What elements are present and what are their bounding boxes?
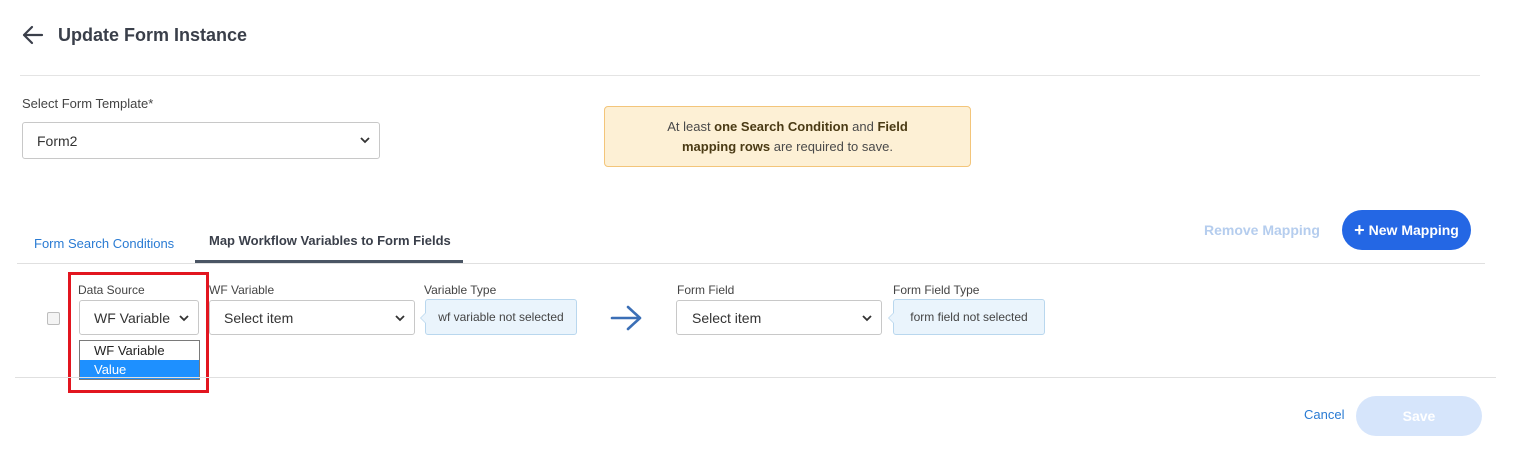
chevron-down-icon [395, 315, 405, 322]
variable-type-value: wf variable not selected [420, 299, 577, 335]
row-divider [15, 377, 1496, 378]
new-mapping-label: New Mapping [1368, 222, 1459, 238]
arrow-left-icon[interactable] [20, 22, 46, 48]
data-source-dropdown: WF Variable Value [79, 340, 200, 380]
notice-text-3: are required to save. [770, 138, 893, 154]
notice-bold-1: one Search Condition [714, 118, 849, 134]
form-template-label: Select Form Template* [22, 96, 154, 111]
tabs-divider [17, 263, 1485, 264]
page-header: Update Form Instance [20, 22, 247, 48]
mapping-row-checkbox[interactable] [47, 312, 60, 325]
data-source-option-wf-variable[interactable]: WF Variable [80, 341, 199, 360]
notice-text-2: and [848, 118, 878, 134]
form-field-label: Form Field [677, 283, 735, 297]
variable-type-text: wf variable not selected [438, 310, 564, 324]
page-title: Update Form Instance [58, 24, 248, 45]
chevron-down-icon [360, 137, 370, 144]
chevron-down-icon [179, 315, 189, 322]
new-mapping-button[interactable]: + New Mapping [1342, 210, 1471, 250]
form-field-value: Select item [692, 309, 762, 326]
form-field-type-value: form field not selected [888, 299, 1045, 335]
plus-icon: + [1354, 220, 1365, 240]
form-field-select[interactable]: Select item [676, 300, 882, 335]
wf-variable-label: WF Variable [209, 283, 275, 297]
variable-type-label: Variable Type [424, 283, 497, 297]
remove-mapping-button[interactable]: Remove Mapping [1204, 222, 1320, 238]
wf-variable-value: Select item [224, 309, 294, 326]
cancel-button[interactable]: Cancel [1304, 407, 1344, 422]
form-field-type-text: form field not selected [910, 310, 1028, 324]
data-source-label: Data Source [78, 283, 145, 297]
chevron-down-icon [862, 315, 872, 322]
tab-form-search-conditions[interactable]: Form Search Conditions [34, 236, 174, 251]
notice-text-1: At least [667, 118, 715, 134]
data-source-value: WF Variable [94, 309, 170, 326]
tab-map-workflow-variables[interactable]: Map Workflow Variables to Form Fields [209, 233, 451, 248]
save-button[interactable]: Save [1356, 396, 1482, 436]
form-template-select[interactable]: Form2 [22, 122, 380, 159]
header-divider [20, 75, 1480, 76]
wf-variable-select[interactable]: Select item [209, 300, 415, 335]
form-field-type-label: Form Field Type [893, 283, 980, 297]
arrow-right-icon [610, 305, 642, 331]
save-requirement-notice: At least one Search Condition and Field … [604, 106, 971, 167]
data-source-select[interactable]: WF Variable [79, 300, 199, 335]
form-template-value: Form2 [37, 132, 78, 149]
